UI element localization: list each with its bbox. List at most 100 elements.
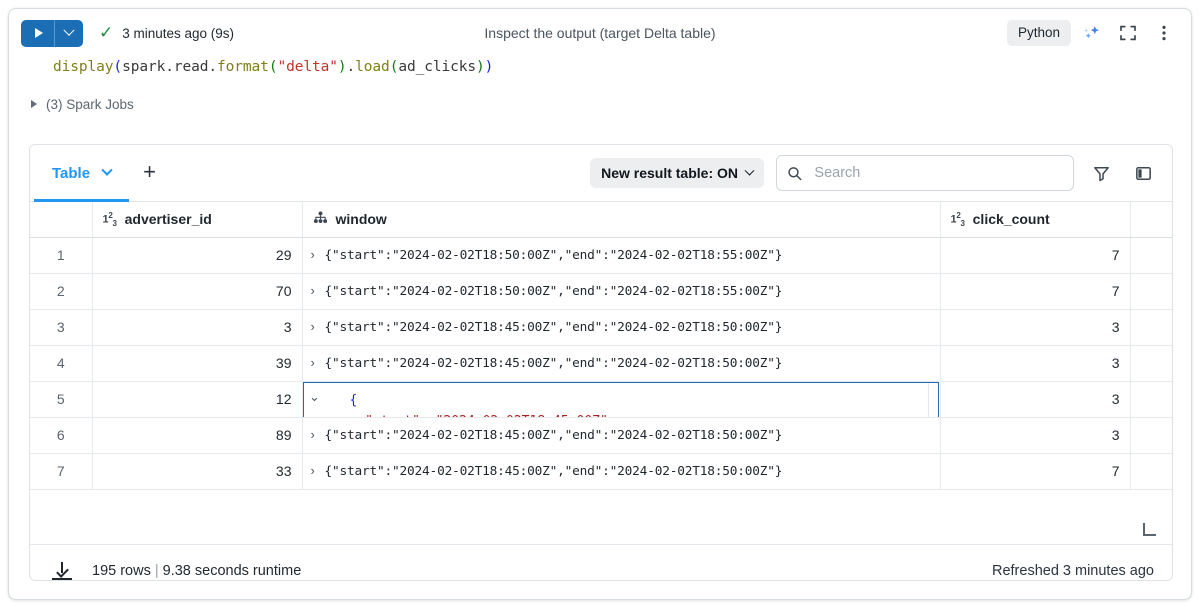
results-table-scroll[interactable]: 123 advertiser_id <box>30 202 1172 545</box>
runtime-label: 9.38 seconds runtime <box>163 563 302 579</box>
chevron-right-icon[interactable]: › <box>311 247 325 262</box>
row-index-cell: 5 <box>30 381 92 417</box>
column-header-window[interactable]: window <box>302 202 940 237</box>
plus-icon[interactable]: + <box>137 161 162 186</box>
cell-window[interactable]: ›{"start":"2024-02-02T18:45:00Z","end":"… <box>302 345 940 381</box>
cell-window[interactable]: ›{"start":"2024-02-02T18:45:00Z","end":"… <box>302 453 940 489</box>
row-index-cell: 1 <box>30 237 92 273</box>
code-token: . <box>208 59 217 75</box>
code-line[interactable]: display(spark.read.format("delta").load(… <box>53 59 1177 75</box>
cell-window[interactable]: ›{"start":"2024-02-02T18:50:00Z","end":"… <box>302 237 940 273</box>
expanded-json-viewer[interactable]: ⌄{ "start": "2024-02-02T18:45:00Z", "end… <box>303 382 939 418</box>
cell-filler <box>1130 381 1172 417</box>
triangle-right-icon[interactable] <box>31 100 37 108</box>
cell-window[interactable]: ›{"start":"2024-02-02T18:45:00Z","end":"… <box>302 309 940 345</box>
integer-type-icon: 123 <box>951 211 965 228</box>
cell-click-count[interactable]: 3 <box>940 309 1130 345</box>
cell-click-count[interactable]: 7 <box>940 453 1130 489</box>
kebab-menu-icon[interactable] <box>1149 18 1179 48</box>
cell-advertiser-id[interactable]: 3 <box>92 309 302 345</box>
cell-advertiser-id[interactable]: 33 <box>92 453 302 489</box>
tab-table[interactable]: Table <box>48 145 115 202</box>
cell-click-count[interactable]: 3 <box>940 345 1130 381</box>
new-result-table-toggle[interactable]: New result table: ON <box>590 158 764 188</box>
results-toolbar: Table + New result table: ON <box>30 145 1172 202</box>
column-header-advertiser-id[interactable]: 123 advertiser_id <box>92 202 302 237</box>
spark-jobs-row[interactable]: (3) Spark Jobs <box>9 91 1191 119</box>
play-icon[interactable] <box>21 20 54 47</box>
cell-click-count[interactable]: 3 <box>940 381 1130 417</box>
table-row[interactable]: 270›{"start":"2024-02-02T18:50:00Z","end… <box>30 273 1172 309</box>
search-box[interactable] <box>776 155 1074 191</box>
run-cell-button-group[interactable] <box>21 20 83 47</box>
code-token: display <box>53 59 113 75</box>
code-token: ) <box>338 59 347 75</box>
cell-advertiser-id[interactable]: 89 <box>92 417 302 453</box>
cell-filler <box>1130 417 1172 453</box>
cell-filler <box>1130 309 1172 345</box>
cell-advertiser-id[interactable]: 70 <box>92 273 302 309</box>
cell-advertiser-id[interactable]: 29 <box>92 237 302 273</box>
filter-icon[interactable] <box>1086 158 1116 188</box>
code-editor[interactable]: display(spark.read.format("delta").load(… <box>9 57 1191 91</box>
cell-window[interactable]: ›{"start":"2024-02-02T18:50:00Z","end":"… <box>302 273 940 309</box>
table-row[interactable]: 33›{"start":"2024-02-02T18:45:00Z","end"… <box>30 309 1172 345</box>
download-icon[interactable] <box>52 562 72 580</box>
run-options-chevron-down-icon[interactable] <box>55 20 83 47</box>
code-token: "delta" <box>277 59 337 75</box>
cell-filler <box>1130 237 1172 273</box>
code-token: load <box>355 59 390 75</box>
cell-filler <box>1130 453 1172 489</box>
results-panel: Table + New result table: ON <box>29 144 1173 581</box>
tab-chevron-down-icon[interactable] <box>101 165 112 176</box>
sparkle-icon[interactable] <box>1077 18 1107 48</box>
cell-click-count[interactable]: 3 <box>940 417 1130 453</box>
table-row[interactable]: 7 33›{"start":"2024-02-02T18:45:00Z","end… <box>30 453 1172 489</box>
results-toolbar-right: New result table: ON <box>590 155 1158 191</box>
search-input[interactable] <box>812 164 1063 182</box>
column-header-click-count[interactable]: 123 click_count <box>940 202 1130 237</box>
chevron-right-icon[interactable]: › <box>311 463 325 478</box>
cell-window[interactable]: ›{"start":"2024-02-02T18:45:00Z","end":"… <box>302 417 940 453</box>
table-row[interactable]: 129›{"start":"2024-02-02T18:50:00Z","end… <box>30 237 1172 273</box>
struct-type-icon <box>313 211 328 227</box>
column-header-rownum[interactable] <box>30 202 92 237</box>
json-token: "2024-02-02T18:45:00Z" <box>436 414 608 417</box>
row-index-cell: 3 <box>30 309 92 345</box>
chevron-right-icon[interactable]: › <box>311 283 325 298</box>
code-token: spark <box>122 59 165 75</box>
column-header-filler <box>1130 202 1172 237</box>
chevron-down-icon[interactable]: ⌄ <box>304 383 326 418</box>
table-row[interactable]: 689›{"start":"2024-02-02T18:45:00Z","end… <box>30 417 1172 453</box>
new-result-table-chevron-down-icon[interactable] <box>745 165 755 175</box>
cell-advertiser-id[interactable]: 12 <box>92 381 302 417</box>
chevron-right-icon[interactable]: › <box>311 427 325 442</box>
chevron-right-icon[interactable]: › <box>311 355 325 370</box>
cell-window[interactable]: ⌄{ "start": "2024-02-02T18:45:00Z", "end… <box>302 381 940 417</box>
cell-advertiser-id[interactable]: 39 <box>92 345 302 381</box>
new-result-table-label: New result table: ON <box>601 165 738 181</box>
json-scrollbar[interactable] <box>928 383 938 418</box>
cell-window-value: {"start":"2024-02-02T18:45:00Z","end":"2… <box>325 428 783 443</box>
cell-filler <box>1130 273 1172 309</box>
screenshot-root: ✓ 3 minutes ago (9s) Inspect the output … <box>0 0 1200 608</box>
column-header-label: advertiser_id <box>125 211 212 227</box>
cell-click-count[interactable]: 7 <box>940 237 1130 273</box>
code-token: ( <box>113 59 122 75</box>
side-panel-icon[interactable] <box>1128 158 1158 188</box>
table-row[interactable]: 512⌄{ "start": "2024-02-02T18:45:00Z", "… <box>30 381 1172 417</box>
table-head: 123 advertiser_id <box>30 202 1172 237</box>
code-token: format <box>217 59 269 75</box>
code-token: . <box>165 59 174 75</box>
cell-filler <box>1130 345 1172 381</box>
cell-click-count[interactable]: 7 <box>940 273 1130 309</box>
cell-window-value: {"start":"2024-02-02T18:45:00Z","end":"2… <box>325 320 783 335</box>
table-row[interactable]: 439›{"start":"2024-02-02T18:45:00Z","end… <box>30 345 1172 381</box>
fullscreen-icon[interactable] <box>1113 18 1143 48</box>
results-table: 123 advertiser_id <box>30 202 1172 490</box>
language-badge[interactable]: Python <box>1007 20 1071 46</box>
cell-window-value: {"start":"2024-02-02T18:50:00Z","end":"2… <box>325 284 783 299</box>
spark-jobs-label[interactable]: (3) Spark Jobs <box>46 97 134 112</box>
resize-corner-icon[interactable] <box>1143 523 1156 536</box>
chevron-right-icon[interactable]: › <box>311 319 325 334</box>
